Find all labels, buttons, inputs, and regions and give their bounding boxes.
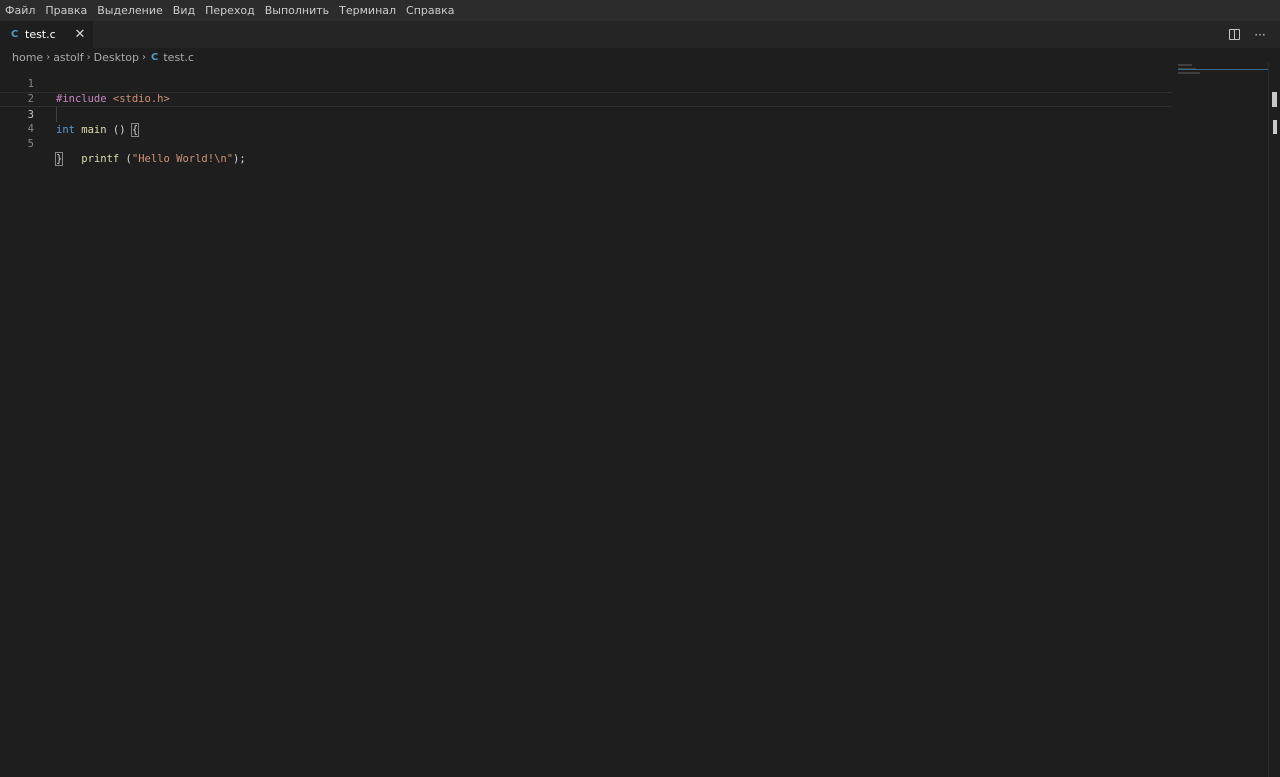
close-icon[interactable]: ✕ <box>72 27 88 43</box>
more-actions-icon[interactable]: ··· <box>1252 27 1268 43</box>
menu-view[interactable]: Вид <box>168 0 200 21</box>
scrollbar-thumb[interactable] <box>1272 92 1277 107</box>
tab-test-c[interactable]: C test.c ✕ <box>0 21 94 48</box>
menu-terminal[interactable]: Терминал <box>334 0 401 21</box>
menu-file[interactable]: Файл <box>0 0 40 21</box>
minimap-line <box>1178 72 1200 74</box>
minimap[interactable] <box>1178 62 1268 102</box>
code-text: } <box>54 152 64 167</box>
c-file-icon: C <box>11 29 19 40</box>
split-editor-icon <box>1228 29 1240 40</box>
line-number: 5 <box>27 138 34 150</box>
minimap-line <box>1178 64 1192 66</box>
editor-actions: ··· <box>1226 21 1280 48</box>
menu-selection[interactable]: Выделение <box>92 0 168 21</box>
punctuation-token: ( <box>119 153 132 165</box>
tab-label: test.c <box>25 28 56 41</box>
function-token: printf <box>81 153 120 165</box>
string-token: "Hello World!\n" <box>131 153 234 165</box>
chevron-right-icon: › <box>46 51 51 63</box>
code-text: printf ("Hello World!\n"); <box>56 152 246 167</box>
indent-guide <box>56 107 57 122</box>
punctuation-token: ); <box>233 153 246 165</box>
vertical-scrollbar[interactable] <box>1268 62 1280 777</box>
code-line-current[interactable]: 3 int main () { <box>0 92 1172 137</box>
menu-edit[interactable]: Правка <box>40 0 92 21</box>
chevron-right-icon: › <box>142 51 147 63</box>
code-line[interactable]: 4 printf ("Hello World!\n"); <box>0 107 1172 165</box>
matched-brace: } <box>54 152 64 166</box>
c-file-icon: C <box>151 51 159 63</box>
tab-bar: C test.c ✕ ··· <box>0 21 1280 48</box>
menu-run[interactable]: Выполнить <box>260 0 334 21</box>
minimap-highlight <box>1178 69 1268 70</box>
menu-help[interactable]: Справка <box>401 0 459 21</box>
menu-bar: Файл Правка Выделение Вид Переход Выполн… <box>0 0 1280 21</box>
scrollbar-marker <box>1273 120 1277 134</box>
split-editor-button[interactable] <box>1226 27 1242 43</box>
code-line[interactable]: 1 #include <stdio.h> <box>0 62 1172 105</box>
chevron-right-icon: › <box>86 51 91 63</box>
code-editor[interactable]: 1 #include <stdio.h> 2 3 int main () { 4… <box>0 62 1172 777</box>
code-line[interactable]: 2 <box>0 77 1172 105</box>
code-line[interactable]: 5 } <box>0 122 1172 166</box>
menu-go[interactable]: Переход <box>200 0 260 21</box>
